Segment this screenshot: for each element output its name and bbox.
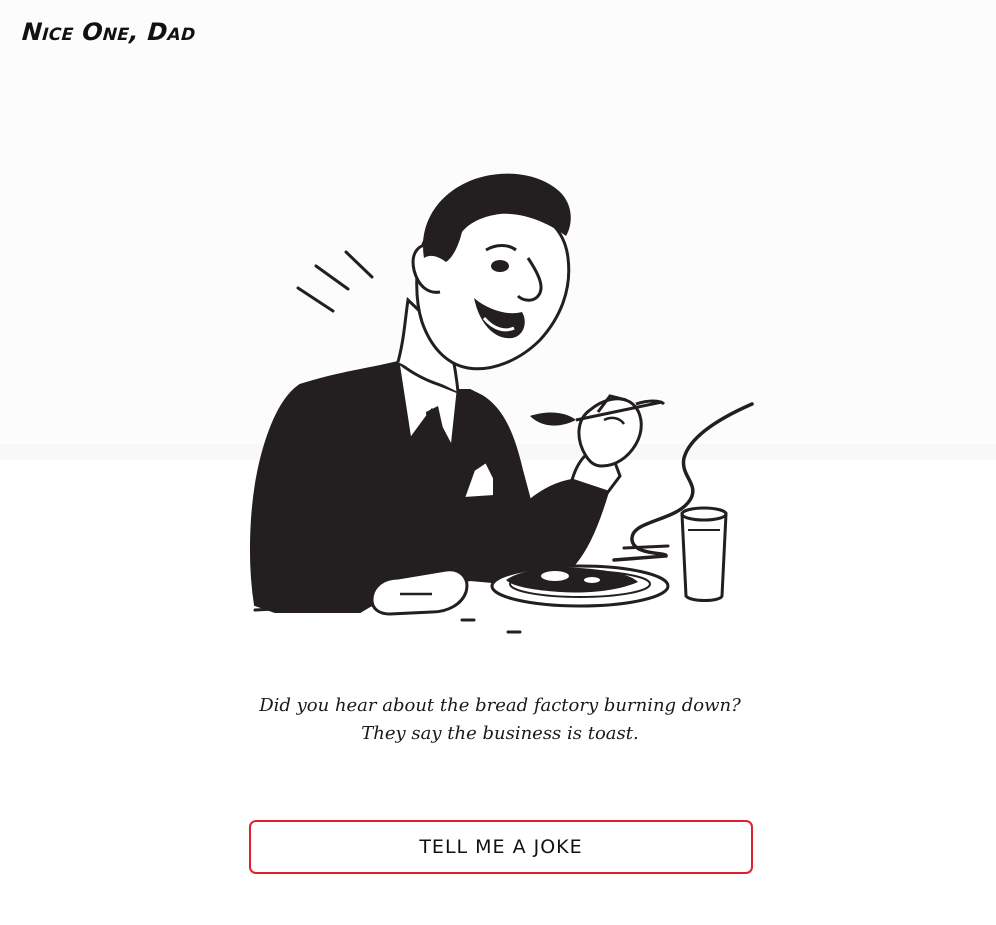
glass bbox=[680, 512, 728, 602]
man-eating-toast-illustration bbox=[249, 173, 754, 634]
tell-me-a-joke-button[interactable]: TELL ME A JOKE bbox=[249, 820, 753, 874]
site-logo[interactable]: Nice One, Dad bbox=[21, 18, 197, 46]
joke-text: Did you hear about the bread factory bur… bbox=[259, 695, 741, 744]
